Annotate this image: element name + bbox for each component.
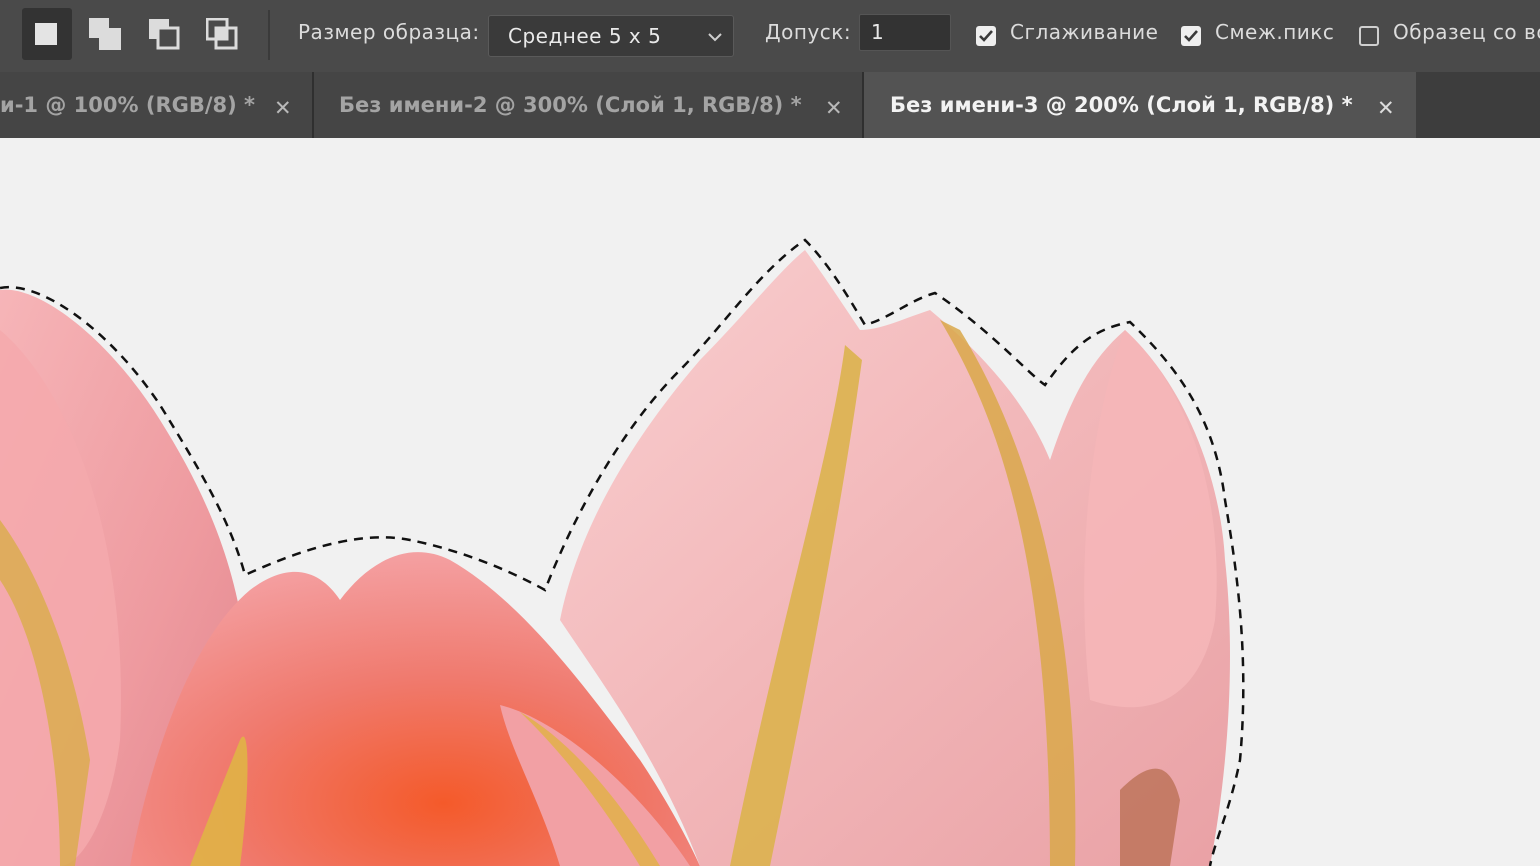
tolerance-value: 1: [871, 20, 884, 44]
tolerance-input[interactable]: 1: [859, 14, 951, 51]
document-tabs: и-1 @ 100% (RGB/8) * ✕ Без имени-2 @ 300…: [0, 72, 1540, 138]
new-selection-icon: [35, 23, 57, 45]
sample-size-dropdown[interactable]: Среднее 5 x 5: [488, 15, 734, 57]
sample-size-label: Размер образца:: [298, 20, 480, 44]
subtract-from-selection-button[interactable]: [139, 8, 189, 60]
intersect-selection-button[interactable]: [197, 8, 247, 60]
antialias-checkbox[interactable]: [976, 26, 996, 46]
checkmark-icon: [1184, 30, 1198, 42]
intersect-selection-icon: [206, 18, 238, 50]
new-selection-button[interactable]: [22, 8, 72, 60]
checkmark-icon: [979, 30, 993, 42]
close-icon[interactable]: ✕: [1377, 96, 1395, 120]
tab-title: Без имени-2 @ 300% (Слой 1, RGB/8) *: [339, 93, 802, 117]
tab-document-1[interactable]: и-1 @ 100% (RGB/8) * ✕: [0, 72, 312, 138]
document-canvas[interactable]: [0, 138, 1540, 866]
tab-title: Без имени-3 @ 200% (Слой 1, RGB/8) *: [890, 93, 1353, 117]
chevron-down-icon: [708, 33, 722, 42]
tab-document-2[interactable]: Без имени-2 @ 300% (Слой 1, RGB/8) * ✕: [314, 72, 862, 138]
add-to-selection-button[interactable]: [80, 8, 130, 60]
subtract-from-selection-icon: [149, 19, 180, 50]
tab-title: и-1 @ 100% (RGB/8) *: [0, 93, 256, 117]
tolerance-label: Допуск:: [765, 20, 852, 44]
sample-size-value: Среднее 5 x 5: [508, 24, 662, 48]
contiguous-checkbox[interactable]: [1181, 26, 1201, 46]
sample-all-layers-label: Образец со вс: [1393, 20, 1540, 44]
options-bar: Размер образца: Среднее 5 x 5 Допуск: 1 …: [0, 0, 1540, 72]
close-icon[interactable]: ✕: [274, 96, 292, 120]
sample-all-layers-checkbox[interactable]: [1359, 26, 1379, 46]
tab-document-3[interactable]: Без имени-3 @ 200% (Слой 1, RGB/8) * ✕: [864, 72, 1416, 138]
close-icon[interactable]: ✕: [825, 96, 843, 120]
tulip-image: [0, 238, 1245, 866]
add-to-selection-icon: [89, 18, 121, 50]
toolbar-divider: [268, 10, 270, 60]
antialias-label: Сглаживание: [1010, 20, 1159, 44]
contiguous-label: Смеж.пикс: [1215, 20, 1335, 44]
